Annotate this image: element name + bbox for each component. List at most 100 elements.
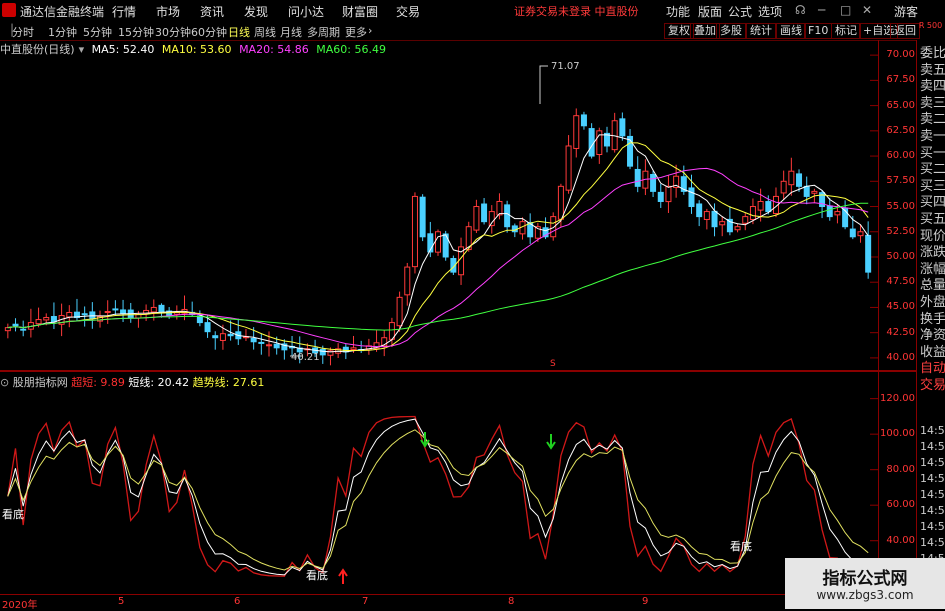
period-more[interactable]: 更多 [345, 24, 367, 40]
minimize-icon[interactable]: ─ [818, 3, 825, 17]
login-warning[interactable]: 证券交易未登录 中直股份 [514, 3, 639, 19]
menu-discover[interactable]: 发现 [244, 3, 268, 20]
ma20-line [7, 167, 869, 348]
menu-market[interactable]: 市场 [156, 3, 180, 20]
chevron-right-icon[interactable]: › [368, 24, 372, 37]
candle-body [20, 328, 27, 331]
draw-line-button[interactable]: 画线 [776, 23, 806, 39]
candle-body [734, 226, 741, 231]
menu-trade[interactable]: 交易 [396, 3, 420, 20]
candle-body [634, 168, 641, 187]
date-tick: 7 [362, 596, 369, 607]
price-tick: 67.50 [886, 74, 915, 86]
dropdown-icon[interactable]: ▾ [79, 43, 85, 56]
candle-body [266, 344, 273, 347]
candle-body [219, 333, 226, 341]
menu-ask[interactable]: 问小达 [288, 3, 324, 20]
menu-functions[interactable]: 功能 [666, 3, 690, 20]
menu-wealth[interactable]: 财富圈 [342, 3, 378, 20]
price-tick: 42.50 [886, 326, 915, 338]
period-intraday[interactable]: 分时 [12, 24, 34, 40]
indicator-chart[interactable]: 看底 看底 看底 [0, 372, 878, 594]
date-tick: 9 [642, 596, 649, 607]
indicator-name[interactable]: 股朋指标网 [13, 376, 68, 389]
price-tick: 52.50 [886, 225, 915, 237]
price-tick: 45.00 [886, 301, 915, 313]
candle-body [849, 228, 856, 238]
price-chart[interactable]: 71.07 40.21 S [0, 40, 878, 368]
candle-body [665, 185, 672, 203]
period-60min[interactable]: 60分钟 [191, 24, 227, 40]
candle-body [627, 135, 634, 167]
price-tick: 70.00 [886, 49, 915, 61]
price-tick: 60.00 [886, 150, 915, 162]
date-tick: 8 [508, 596, 515, 607]
candle-body [481, 203, 488, 223]
period-1min[interactable]: 1分钟 [48, 24, 77, 40]
date-axis: 2020年 5 6 7 8 9 [0, 594, 916, 611]
period-weekly[interactable]: 周线 [254, 24, 276, 40]
candle-body [204, 322, 211, 333]
ma10-value: MA10: 53.60 [161, 43, 232, 56]
headset-icon[interactable]: ☊ [795, 3, 806, 17]
date-tick: 6 [234, 596, 241, 607]
candle-body [66, 311, 73, 318]
mark-button[interactable]: 标记 [831, 23, 861, 39]
candle-body [711, 210, 718, 228]
stock-title[interactable]: 中直股份(日线) [0, 43, 75, 56]
price-tick: 57.50 [886, 175, 915, 187]
indicator-header: ⊙ 股朋指标网 超短: 9.89 短线: 20.42 趋势线: 27.61 [0, 374, 264, 390]
candle-body [43, 317, 50, 321]
candle-body [250, 337, 257, 343]
candle-body [35, 319, 42, 325]
period-multi[interactable]: 多周期 [307, 24, 340, 40]
candle-body [504, 204, 511, 228]
guest-label[interactable]: 游客 [894, 3, 918, 20]
menu-formula[interactable]: 公式 [728, 3, 752, 20]
candle-body [112, 308, 119, 311]
period-daily[interactable]: 日线 [228, 24, 250, 40]
close-icon[interactable]: ✕ [862, 3, 872, 17]
bottom-signal-label: 看底 [730, 539, 752, 553]
candle-body [796, 173, 803, 187]
price-tick: 65.00 [886, 99, 915, 111]
statistics-button[interactable]: 统计 [746, 23, 776, 39]
indicator-menu-icon[interactable]: ⊙ [0, 376, 9, 389]
period-30min[interactable]: 30分钟 [155, 24, 191, 40]
candle-body [573, 115, 580, 149]
menu-layout[interactable]: 版面 [698, 3, 722, 20]
sell-arrow-icon [546, 434, 556, 450]
menu-quotes[interactable]: 行情 [112, 3, 136, 20]
candle-body [212, 335, 219, 339]
multi-stock-button[interactable]: 多股 [716, 23, 746, 39]
candle-body [742, 216, 749, 224]
candle-body [826, 205, 833, 218]
candle-body [158, 304, 165, 312]
candle-body [749, 206, 756, 220]
period-toolbar: ▕ 分时 1分钟 5分钟 15分钟 30分钟 60分钟 日线 周线 月线 多周期… [0, 21, 945, 41]
price-axis: 70.00 67.50 65.00 62.50 60.00 57.50 55.00 52.50… [878, 40, 917, 370]
candle-body [319, 348, 326, 356]
indicator-tick: 120.00 [880, 392, 915, 404]
period-monthly[interactable]: 月线 [280, 24, 302, 40]
quote-side-panel[interactable]: 委比 卖五 卖四 卖三 卖二 卖一 买一 买二 买三 买四 买五 现价 涨跌 涨幅 总量 外盘 换手 净资 收益 自动… [916, 40, 945, 609]
menu-news[interactable]: 资讯 [200, 3, 224, 20]
maximize-icon[interactable]: □ [840, 3, 851, 17]
main-chart-header: 中直股份(日线) ▾ MA5: 52.40 MA10: 53.60 MA20: 5… [0, 41, 390, 57]
f10-button[interactable]: F10 [804, 23, 833, 39]
period-5min[interactable]: 5分钟 [83, 24, 112, 40]
candle-body [757, 200, 764, 211]
price-tick: 55.00 [886, 200, 915, 212]
menu-options[interactable]: 选项 [758, 3, 782, 20]
indicator-tick: 40.00 [886, 534, 915, 546]
bottom-signal-label: 看底 [306, 568, 328, 582]
candle-body [104, 310, 111, 314]
trend-value: 趋势线: 27.61 [192, 376, 265, 389]
candle-body [81, 313, 88, 316]
candle-body [688, 187, 695, 208]
period-15min[interactable]: 15分钟 [118, 24, 154, 40]
candle-body [396, 296, 403, 327]
candle-body [788, 170, 795, 186]
candle-body [719, 221, 726, 226]
candle-body [411, 195, 418, 268]
